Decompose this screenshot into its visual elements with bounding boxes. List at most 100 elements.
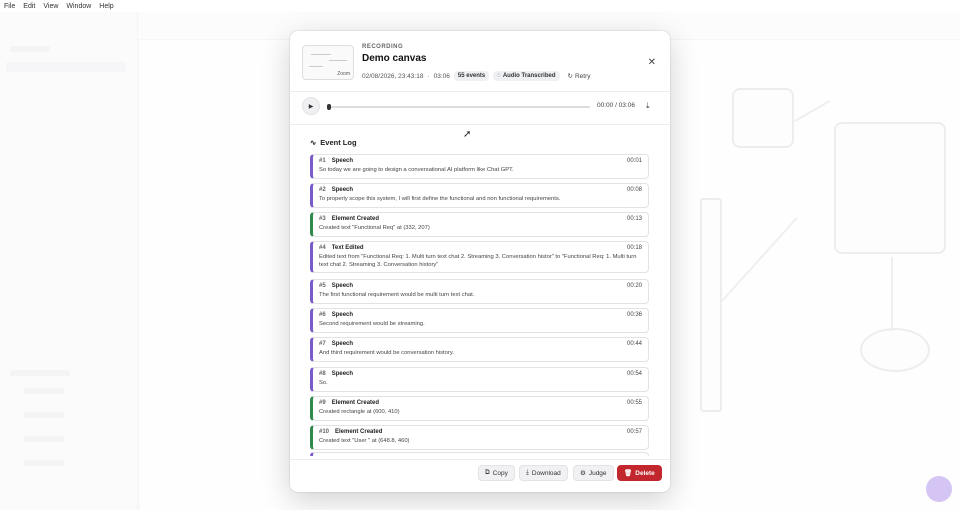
event-card-header: #5 Speech 00:20 <box>319 283 642 289</box>
event-description: So today we are going to design a conver… <box>319 167 514 173</box>
player-divider <box>290 124 670 125</box>
trash-icon: 🗑 <box>624 470 633 477</box>
event-number: #4 <box>319 245 326 251</box>
menu-window[interactable]: Window <box>66 3 91 10</box>
delete-label: Delete <box>635 469 655 477</box>
judge-label: Judge <box>588 469 607 477</box>
activity-icon: ∿ <box>310 138 317 147</box>
download-label: Download <box>531 469 561 477</box>
playback-time: 00:00 / 03:06 <box>597 102 635 109</box>
recording-duration: 03:06 <box>433 72 450 80</box>
close-icon[interactable]: ✕ <box>648 57 656 68</box>
event-timestamp[interactable]: 00:18 <box>627 245 642 251</box>
event-timestamp[interactable]: 00:08 <box>627 187 642 193</box>
thumbnail-sketch-line <box>309 66 323 67</box>
event-card-header: #8 Speech 00:54 <box>319 371 642 377</box>
event-card[interactable]: #5 Speech 00:20 The first functional requir… <box>310 279 649 304</box>
recording-meta: 02/08/2026, 23:43:18 · 03:06 55 events ◌… <box>362 71 591 81</box>
download-icon[interactable]: ⤓ <box>646 101 650 111</box>
recording-title: Demo canvas <box>362 53 427 64</box>
scrubber-handle[interactable] <box>327 104 331 110</box>
event-card-header: #1 Speech 00:01 <box>319 158 642 164</box>
meta-separator: · <box>427 72 430 80</box>
check-circle-icon: ◌ <box>497 73 501 79</box>
download-button[interactable]: ⤓ Download <box>519 465 568 481</box>
event-description: And third requirement would be conversat… <box>319 350 454 356</box>
event-number: #6 <box>319 312 326 318</box>
event-log-heading: ∿ Event Log <box>310 138 357 147</box>
event-log-list[interactable]: #1 Speech 00:01 So today we are going to de… <box>310 154 650 456</box>
audio-player: ▶ 00:00 / 03:06 ⤓ <box>290 94 670 122</box>
event-number: #8 <box>319 371 326 377</box>
event-description: Edited text from "Functional Req: 1. Mul… <box>319 254 637 268</box>
event-timestamp[interactable]: 00:54 <box>627 371 642 377</box>
event-number: #3 <box>319 216 326 222</box>
recording-thumbnail[interactable]: Zoom <box>302 45 354 80</box>
event-card[interactable]: #1 Speech 00:01 So today we are going to de… <box>310 154 649 179</box>
header-divider <box>290 91 670 92</box>
event-card-header: #9 Element Created 00:55 <box>319 400 642 406</box>
event-number: #5 <box>319 283 326 289</box>
event-type: Speech <box>331 187 354 193</box>
modal-header: Zoom RECORDING Demo canvas 02/08/2026, 2… <box>290 31 670 89</box>
event-timestamp[interactable]: 00:20 <box>627 283 642 289</box>
audio-transcribed-badge: ◌ Audio Transcribed <box>493 71 560 81</box>
event-card[interactable]: #2 Speech 00:08 To properly scope this syst… <box>310 183 649 208</box>
menu-edit[interactable]: Edit <box>23 3 35 10</box>
event-card-header: #7 Speech 00:44 <box>319 341 642 347</box>
event-description: Second requirement would be streaming. <box>319 321 425 327</box>
playback-scrubber[interactable] <box>328 106 590 108</box>
recording-label: RECORDING <box>362 44 404 50</box>
event-card-header: #10 Element Created 00:57 <box>319 429 642 435</box>
event-timestamp[interactable]: 00:36 <box>627 312 642 318</box>
delete-button[interactable]: 🗑 Delete <box>617 465 662 481</box>
event-card[interactable]: #6 Speech 00:36 Second requirement would be… <box>310 308 649 333</box>
menu-file[interactable]: File <box>4 3 15 10</box>
event-timestamp[interactable]: 00:01 <box>627 158 642 164</box>
modal-footer: ⧉ Copy ⤓ Download ⚙ Judge 🗑 Delete <box>290 462 670 492</box>
mouse-cursor-icon: ➚ <box>463 129 472 140</box>
event-card[interactable]: #10 Element Created 00:57 Created text "Use… <box>310 425 649 450</box>
event-type: Element Created <box>331 216 380 222</box>
event-timestamp[interactable]: 00:13 <box>627 216 642 222</box>
event-timestamp[interactable]: 00:55 <box>627 400 642 406</box>
event-card[interactable]: #7 Speech 00:44 And third requirement would… <box>310 337 649 362</box>
recording-datetime: 02/08/2026, 23:43:18 <box>362 72 424 80</box>
menu-help[interactable]: Help <box>99 3 113 10</box>
event-description: The first functional requirement would b… <box>319 292 475 298</box>
event-card[interactable]: #3 Element Created 00:13 Created text "Func… <box>310 212 649 237</box>
play-button[interactable]: ▶ <box>302 97 320 115</box>
event-card-partial[interactable] <box>310 452 649 456</box>
footer-divider <box>290 459 670 460</box>
event-card-header: #6 Speech 00:36 <box>319 312 642 318</box>
retry-label: Retry <box>574 72 591 80</box>
event-timestamp[interactable]: 00:44 <box>627 341 642 347</box>
event-description: Created text "User " at (648.8, 460) <box>319 438 410 444</box>
event-description: To properly scope this system, I will fi… <box>319 196 561 202</box>
play-icon: ▶ <box>308 103 314 110</box>
event-description: So. <box>319 380 328 386</box>
event-number: #7 <box>319 341 326 347</box>
thumbnail-sketch-line <box>329 60 347 61</box>
event-type: Element Created <box>331 400 380 406</box>
floating-action-button[interactable] <box>926 476 952 502</box>
event-log-title: Event Log <box>320 138 357 147</box>
menu-view[interactable]: View <box>43 3 58 10</box>
event-number: #2 <box>319 187 326 193</box>
events-badge: 55 events <box>453 71 490 81</box>
copy-icon: ⧉ <box>485 469 490 476</box>
retry-button[interactable]: ↻ Retry <box>568 72 591 81</box>
event-type: Text Edited <box>331 245 364 251</box>
copy-button[interactable]: ⧉ Copy <box>478 465 515 481</box>
judge-button[interactable]: ⚙ Judge <box>573 465 614 481</box>
event-type: Speech <box>331 341 354 347</box>
thumbnail-zoom-label[interactable]: Zoom <box>337 71 350 77</box>
audio-transcribed-label: Audio Transcribed <box>502 73 556 79</box>
event-timestamp[interactable]: 00:57 <box>627 429 642 435</box>
event-type: Speech <box>331 371 354 377</box>
event-card[interactable]: #4 Text Edited 00:18 Edited text from "Func… <box>310 241 649 274</box>
event-card-header: #3 Element Created 00:13 <box>319 216 642 222</box>
event-card[interactable]: #9 Element Created 00:55 Created rectangle … <box>310 396 649 421</box>
event-card[interactable]: #8 Speech 00:54 So. <box>310 367 649 392</box>
recording-modal: Zoom RECORDING Demo canvas 02/08/2026, 2… <box>290 31 670 492</box>
